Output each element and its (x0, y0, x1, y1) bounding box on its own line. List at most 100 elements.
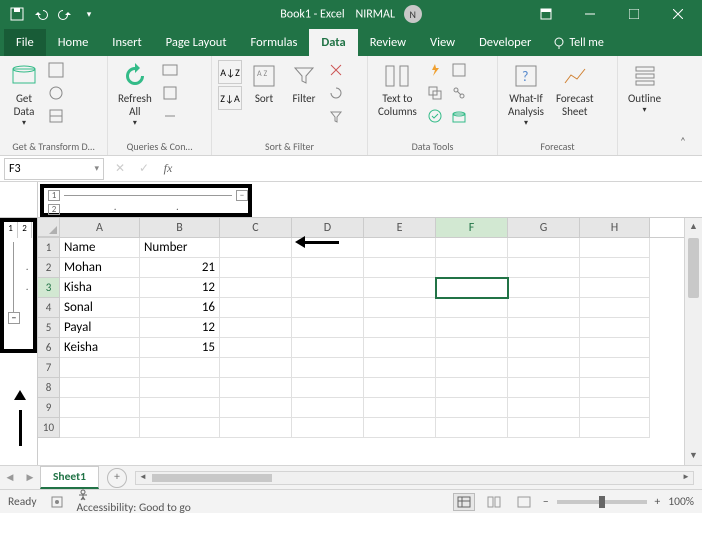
what-if-button[interactable]: ? What-If Analysis ▾ (504, 60, 548, 130)
save-icon[interactable] (8, 5, 26, 23)
row-outline-level-2[interactable]: 2 (18, 222, 32, 238)
cell-F2[interactable] (436, 258, 508, 278)
cell-G5[interactable] (508, 318, 580, 338)
col-header-E[interactable]: E (364, 218, 436, 237)
cell-H5[interactable] (580, 318, 650, 338)
cell-F8[interactable] (436, 378, 508, 398)
col-header-G[interactable]: G (508, 218, 580, 237)
col-header-C[interactable]: C (220, 218, 292, 237)
cell-D3[interactable] (292, 278, 364, 298)
clear-filter-icon[interactable] (326, 60, 346, 80)
sort-desc-icon[interactable]: Z↓A (218, 86, 242, 110)
add-sheet-button[interactable]: + (107, 468, 127, 488)
cell-F5[interactable] (436, 318, 508, 338)
cell-H6[interactable] (580, 338, 650, 358)
user-avatar[interactable]: N (404, 5, 422, 23)
tab-data[interactable]: Data (309, 29, 357, 56)
cell-A7[interactable] (60, 358, 140, 378)
select-all-triangle[interactable] (38, 218, 60, 237)
sort-asc-icon[interactable]: A↓Z (218, 60, 242, 84)
scroll-down-icon[interactable]: ▼ (685, 447, 702, 465)
relationships-icon[interactable] (449, 83, 469, 103)
cell-G8[interactable] (508, 378, 580, 398)
cell-H1[interactable] (580, 238, 650, 258)
scroll-thumb[interactable] (688, 238, 699, 298)
row-header-9[interactable]: 9 (38, 398, 60, 418)
cell-G9[interactable] (508, 398, 580, 418)
cell-G2[interactable] (508, 258, 580, 278)
formula-input[interactable] (180, 158, 702, 180)
row-header-7[interactable]: 7 (38, 358, 60, 378)
from-text-icon[interactable] (46, 60, 66, 80)
cell-C10[interactable] (220, 418, 292, 438)
cell-G10[interactable] (508, 418, 580, 438)
row-header-4[interactable]: 4 (38, 298, 60, 318)
cell-D1[interactable] (292, 238, 364, 258)
cell-C9[interactable] (220, 398, 292, 418)
cell-B3[interactable]: 12 (140, 278, 220, 298)
cell-D9[interactable] (292, 398, 364, 418)
zoom-out-button[interactable]: − (543, 495, 549, 509)
cell-G6[interactable] (508, 338, 580, 358)
cell-H2[interactable] (580, 258, 650, 278)
cell-B7[interactable] (140, 358, 220, 378)
filter-button[interactable]: Filter (286, 60, 322, 107)
cell-A9[interactable] (60, 398, 140, 418)
tab-file[interactable]: File (4, 29, 46, 56)
close-button[interactable] (658, 0, 698, 28)
undo-icon[interactable] (32, 5, 50, 23)
ribbon-options-icon[interactable] (526, 0, 566, 28)
cell-C8[interactable] (220, 378, 292, 398)
cell-C1[interactable] (220, 238, 292, 258)
cell-G1[interactable] (508, 238, 580, 258)
cell-D4[interactable] (292, 298, 364, 318)
tab-insert[interactable]: Insert (100, 29, 153, 56)
col-outline-collapse[interactable]: − (236, 190, 248, 201)
cell-F6[interactable] (436, 338, 508, 358)
cell-E6[interactable] (364, 338, 436, 358)
name-box[interactable]: F3▾ (4, 158, 104, 180)
queries-icon[interactable] (160, 60, 180, 80)
zoom-in-button[interactable]: + (655, 495, 661, 509)
cell-B10[interactable] (140, 418, 220, 438)
cell-E3[interactable] (364, 278, 436, 298)
cell-G7[interactable] (508, 358, 580, 378)
remove-dup-icon[interactable] (425, 83, 445, 103)
minimize-button[interactable] (570, 0, 610, 28)
cell-F1[interactable] (436, 238, 508, 258)
cell-E5[interactable] (364, 318, 436, 338)
col-header-H[interactable]: H (580, 218, 650, 237)
row-header-3[interactable]: 3 (38, 278, 60, 298)
cell-D6[interactable] (292, 338, 364, 358)
tab-page-layout[interactable]: Page Layout (154, 29, 239, 56)
cell-B9[interactable] (140, 398, 220, 418)
col-outline-level-2[interactable]: 2 (48, 204, 60, 215)
cell-D8[interactable] (292, 378, 364, 398)
scroll-up-icon[interactable]: ▲ (685, 218, 702, 236)
col-header-D[interactable]: D (292, 218, 364, 237)
view-page-layout-icon[interactable] (483, 493, 505, 511)
cell-F10[interactable] (436, 418, 508, 438)
row-header-1[interactable]: 1 (38, 238, 60, 258)
cell-G3[interactable] (508, 278, 580, 298)
cells-area[interactable]: ABCDEFGH NameNumberMohan21Kisha12Sonal16… (38, 218, 702, 465)
view-page-break-icon[interactable] (513, 493, 535, 511)
cell-H8[interactable] (580, 378, 650, 398)
tab-view[interactable]: View (418, 29, 467, 56)
redo-icon[interactable] (56, 5, 74, 23)
cell-E4[interactable] (364, 298, 436, 318)
cell-E2[interactable] (364, 258, 436, 278)
cell-C3[interactable] (220, 278, 292, 298)
cancel-formula-icon[interactable]: ✕ (108, 158, 132, 180)
col-header-B[interactable]: B (140, 218, 220, 237)
vertical-scrollbar[interactable]: ▲ ▼ (684, 218, 702, 465)
tab-formulas[interactable]: Formulas (239, 29, 310, 56)
edit-links-icon[interactable] (160, 106, 180, 126)
horizontal-scrollbar[interactable]: ◄ ► (135, 471, 694, 485)
maximize-button[interactable] (614, 0, 654, 28)
cell-F9[interactable] (436, 398, 508, 418)
sheet-tab-1[interactable]: Sheet1 (40, 466, 99, 489)
sort-button[interactable]: A Z Sort (246, 60, 282, 107)
cell-C6[interactable] (220, 338, 292, 358)
hscroll-left-icon[interactable]: ◄ (136, 472, 150, 484)
